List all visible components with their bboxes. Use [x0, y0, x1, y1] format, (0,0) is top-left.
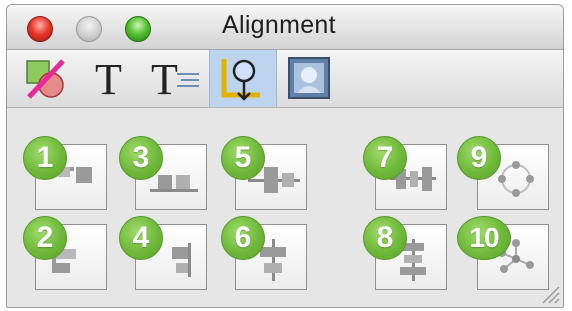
tool-text-wrap[interactable]: T — [143, 50, 205, 107]
title-bar[interactable]: Alignment — [7, 5, 563, 50]
step-number-badge: 9 — [457, 136, 501, 180]
close-button[interactable] — [27, 16, 53, 42]
window-title: Alignment — [222, 11, 336, 39]
resize-grip-icon[interactable] — [537, 281, 561, 305]
step-number-badge: 6 — [221, 216, 265, 260]
step-number-badge: 5 — [221, 136, 265, 180]
step-number-badge: 8 — [363, 216, 407, 260]
text-icon: T — [95, 55, 122, 104]
zoom-button[interactable] — [125, 16, 151, 42]
minimize-button[interactable] — [76, 16, 102, 42]
step-number-badge: 4 — [119, 216, 163, 260]
image-icon — [288, 57, 330, 99]
tool-fill-stroke[interactable] — [15, 50, 77, 107]
tool-text[interactable]: T — [79, 50, 141, 107]
step-number-badge: 2 — [23, 216, 67, 260]
alignment-icon — [221, 59, 260, 101]
step-number-badge: 10 — [457, 216, 511, 260]
step-number-badge: 1 — [23, 136, 67, 180]
tool-image[interactable] — [279, 50, 341, 107]
alignment-window: Alignment T T 1 2 3 4 5 6 7 8 9 10 — [6, 4, 564, 308]
tool-alignment[interactable] — [209, 50, 277, 107]
wrap-lines-icon — [177, 73, 199, 87]
step-number-badge: 3 — [119, 136, 163, 180]
alignment-panel: 1 2 3 4 5 6 7 8 9 10 — [7, 108, 563, 307]
fill-stroke-icon — [26, 59, 65, 99]
inspector-toolbar: T T — [7, 50, 563, 108]
step-number-badge: 7 — [363, 136, 407, 180]
